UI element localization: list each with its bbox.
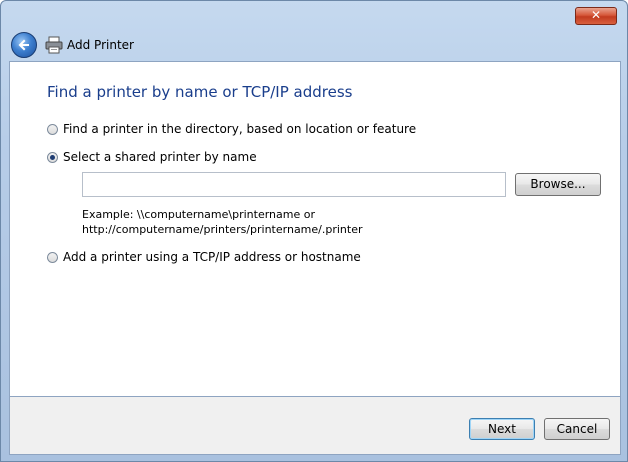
option-label: Find a printer in the directory, based o… (63, 122, 417, 136)
back-arrow-icon (18, 39, 29, 51)
example-line-2: http://computername/printers/printername… (82, 223, 363, 236)
back-button[interactable] (11, 32, 37, 58)
cancel-button[interactable]: Cancel (544, 418, 610, 440)
printer-icon (45, 36, 63, 54)
browse-button[interactable]: Browse... (515, 173, 601, 196)
navigation-bar: Add Printer (9, 31, 619, 61)
page-heading: Find a printer by name or TCP/IP address (47, 83, 353, 101)
close-button[interactable]: ✕ (575, 7, 617, 25)
option-label: Select a shared printer by name (63, 150, 257, 164)
radio-shared-printer[interactable] (47, 152, 58, 163)
add-printer-window: ✕ Add Printer Find a printer by name or … (0, 0, 628, 462)
close-icon: ✕ (590, 8, 602, 22)
option-label: Add a printer using a TCP/IP address or … (63, 250, 361, 264)
next-button[interactable]: Next (469, 418, 535, 440)
wizard-content: Find a printer by name or TCP/IP address… (9, 61, 621, 397)
radio-tcpip[interactable] (47, 252, 58, 263)
title-bar[interactable]: ✕ (1, 1, 627, 31)
radio-find-in-directory[interactable] (47, 124, 58, 135)
wizard-footer: Next Cancel (9, 397, 621, 455)
window-title: Add Printer (67, 38, 134, 52)
example-text: Example: \\computername\printername or h… (82, 207, 363, 237)
printer-name-input[interactable] (82, 172, 506, 197)
example-line-1: Example: \\computername\printername or (82, 208, 315, 221)
